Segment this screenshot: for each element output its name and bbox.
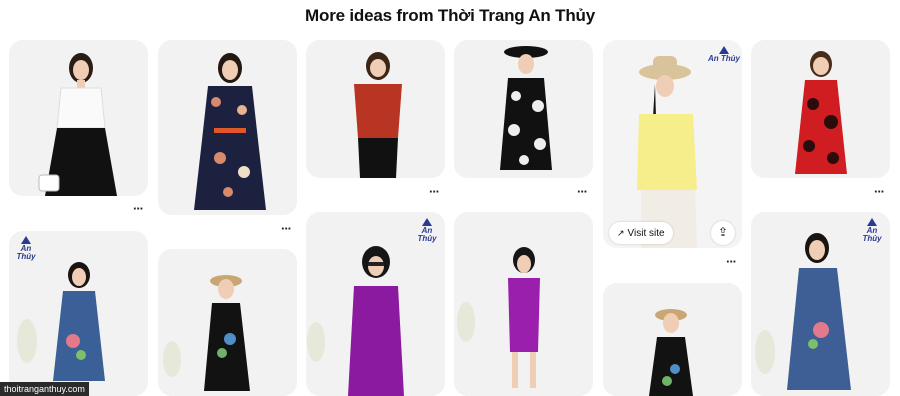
external-link-icon: ↗ [617, 228, 625, 238]
pin-image-red-top[interactable] [306, 40, 445, 178]
model-purple-sheath-dress-illustration [454, 212, 593, 396]
brand-logo: An Thủy [412, 218, 442, 243]
brand-triangle-icon [719, 46, 729, 54]
brand-logo: An Thủy [857, 218, 887, 243]
model-yellow-tshirt-illustration [603, 40, 742, 248]
brand-logo: An Thủy [707, 46, 741, 63]
share-icon: ⇪ [717, 225, 729, 239]
pin-image-black-embroidered-dress[interactable] [158, 249, 297, 396]
pin-more-button[interactable]: ··· [869, 185, 889, 198]
brand-triangle-icon [422, 218, 432, 226]
brand-triangle-icon [21, 236, 31, 244]
model-red-lace-dress-illustration [751, 40, 890, 178]
visit-site-label: Visit site [627, 228, 665, 239]
brand-logo: An Thủy [12, 236, 40, 261]
model-white-blouse-illustration [9, 40, 148, 196]
model-navy-floral-dress-illustration [158, 40, 297, 215]
pin-image-white-blouse[interactable] [9, 40, 148, 196]
model-black-embroidered-dress-illustration [158, 249, 297, 396]
model-black-floral-dress-illustration [454, 40, 593, 178]
pin-more-button[interactable]: ··· [721, 255, 741, 268]
model-red-top-illustration [306, 40, 445, 178]
pin-more-button[interactable]: ··· [424, 185, 444, 198]
pin-image-yellow-tshirt[interactable] [603, 40, 742, 248]
status-url: thoitranganthuy.com [0, 382, 89, 396]
share-button[interactable]: ⇪ [711, 221, 735, 245]
visit-site-button[interactable]: ↗ Visit site [609, 222, 673, 244]
brand-triangle-icon [867, 218, 877, 226]
pin-image-purple-sheath-dress[interactable] [454, 212, 593, 396]
pin-grid: ··· ··· ··· ··· An Thủy ↗ Visit site ⇪ ·… [0, 0, 900, 396]
pin-more-button[interactable]: ··· [128, 202, 148, 215]
pin-more-button[interactable]: ··· [276, 222, 296, 235]
pin-image-navy-floral-dress[interactable] [158, 40, 297, 215]
pin-image-black-embroidered-dress-2[interactable] [603, 283, 742, 396]
pin-image-black-floral-dress[interactable] [454, 40, 593, 178]
pin-image-red-lace-dress[interactable] [751, 40, 890, 178]
pin-more-button[interactable]: ··· [572, 185, 592, 198]
model-black-embroidered-dress-2-illustration [603, 283, 742, 396]
